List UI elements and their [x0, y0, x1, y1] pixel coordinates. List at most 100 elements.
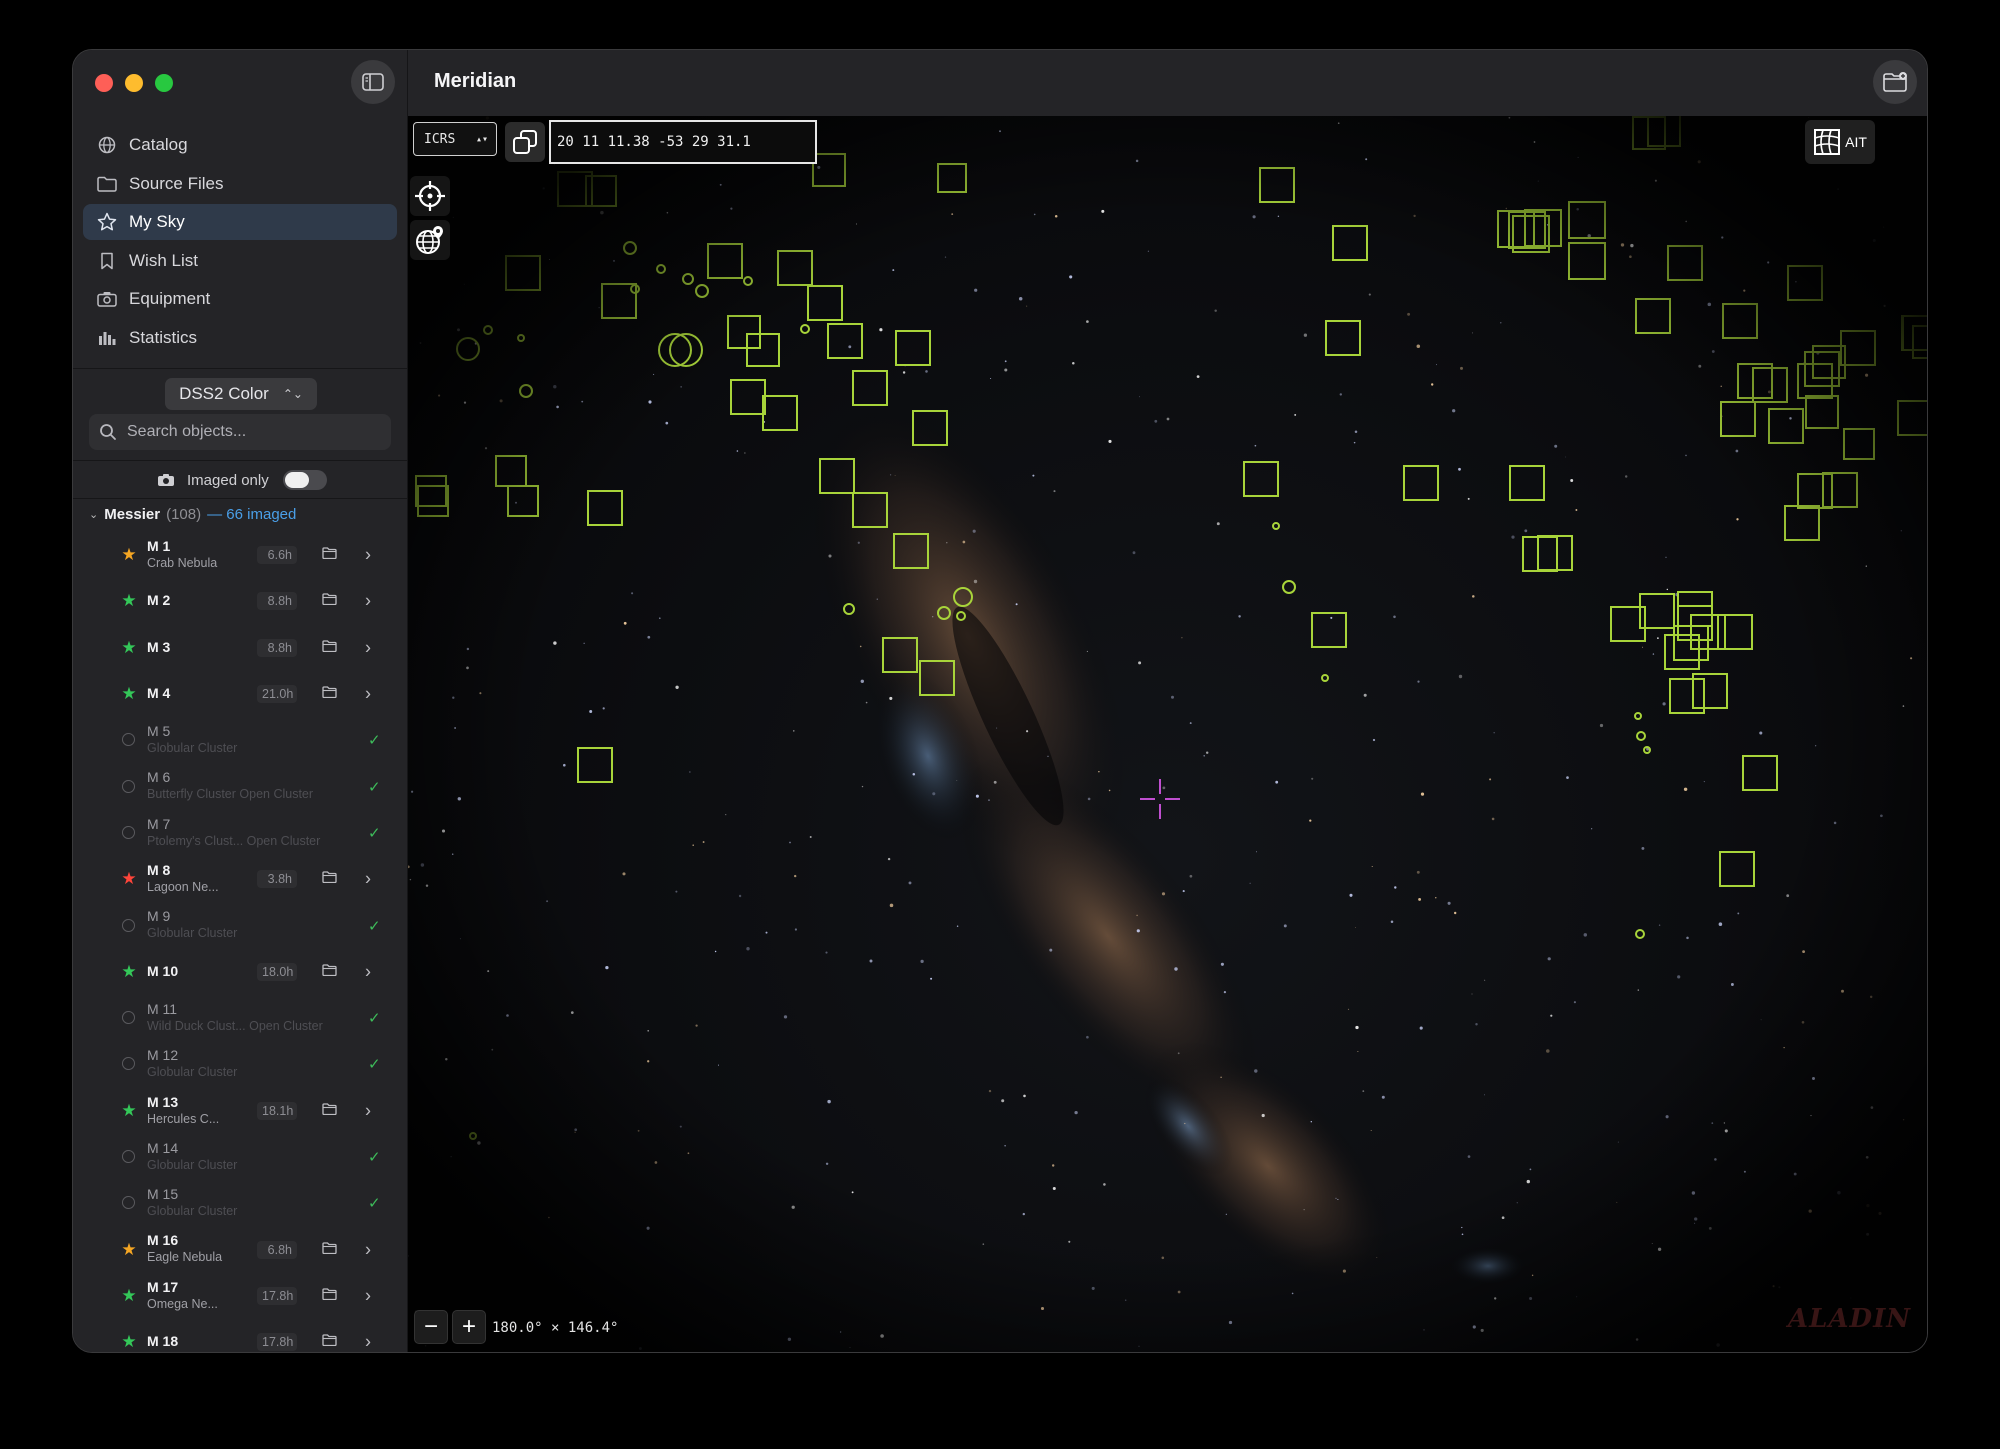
star-icon[interactable]: ★	[120, 1333, 138, 1351]
list-item[interactable]: M 9 Globular Cluster ✓	[73, 902, 408, 948]
integration-time-badge: 8.8h	[257, 638, 297, 657]
minimize-window-button[interactable]	[125, 74, 143, 92]
chevron-right-icon[interactable]: ›	[365, 961, 371, 982]
search-field[interactable]	[89, 414, 391, 450]
object-name: M 9	[147, 908, 171, 925]
group-count: (108)	[166, 506, 202, 523]
chevron-right-icon[interactable]: ›	[365, 545, 371, 566]
list-item[interactable]: M 5 Globular Cluster ✓	[73, 717, 408, 763]
folder-icon[interactable]	[322, 1333, 337, 1351]
empty-circle-icon[interactable]	[120, 1148, 138, 1166]
list-item[interactable]: ★ M 18 17.8h ›	[73, 1319, 408, 1352]
star-icon[interactable]: ★	[120, 962, 138, 981]
chevron-right-icon[interactable]: ›	[365, 637, 371, 658]
folder-icon[interactable]	[322, 963, 337, 981]
globe-icon	[97, 135, 117, 155]
close-window-button[interactable]	[95, 74, 113, 92]
target-button[interactable]	[410, 176, 450, 216]
star-icon[interactable]: ★	[120, 546, 138, 564]
chevron-right-icon[interactable]: ›	[365, 1285, 371, 1306]
empty-circle-icon[interactable]	[120, 731, 138, 749]
star-icon[interactable]: ★	[120, 1240, 138, 1259]
list-item[interactable]: M 15 Globular Cluster ✓	[73, 1180, 408, 1226]
list-item[interactable]: ★ M 16 Eagle Nebula 6.8h ›	[73, 1226, 408, 1272]
chevron-right-icon[interactable]: ›	[365, 1100, 371, 1121]
list-item[interactable]: ★ M 3 8.8h ›	[73, 625, 408, 671]
empty-circle-icon[interactable]	[120, 1009, 138, 1027]
open-folder-button[interactable]	[1873, 60, 1917, 104]
empty-circle-icon[interactable]	[120, 917, 138, 935]
zoom-out-button[interactable]: −	[414, 1310, 448, 1344]
object-name: M 5	[147, 723, 171, 740]
list-item[interactable]: ★ M 10 18.0h ›	[73, 949, 408, 995]
star-icon[interactable]: ★	[120, 1101, 138, 1120]
sidebar: Catalog Source Files My Sky Wish List Equipm…	[73, 50, 408, 1352]
star-icon[interactable]: ★	[120, 1286, 138, 1305]
object-name: M 3	[147, 638, 171, 655]
empty-circle-icon[interactable]	[120, 1055, 138, 1073]
copy-coordinates-button[interactable]	[505, 122, 545, 162]
empty-circle-icon[interactable]	[120, 778, 138, 796]
folder-icon[interactable]	[322, 1241, 337, 1259]
chevron-right-icon[interactable]: ›	[365, 684, 371, 705]
projection-button[interactable]: AIT	[1805, 120, 1875, 164]
folder-icon[interactable]	[322, 1287, 337, 1305]
folder-icon[interactable]	[322, 1102, 337, 1120]
sidebar-item-statistics[interactable]: Statistics	[83, 320, 397, 356]
sidebar-item-catalog[interactable]: Catalog	[83, 127, 397, 163]
messier-group-header[interactable]: ⌄ Messier (108) — 66 imaged	[89, 506, 296, 523]
empty-circle-icon[interactable]	[120, 824, 138, 842]
sidebar-item-wish-list[interactable]: Wish List	[83, 243, 397, 279]
list-item[interactable]: M 7 Ptolemy's Clust... Open Cluster ✓	[73, 810, 408, 856]
imaged-only-toggle[interactable]	[282, 470, 327, 490]
sidebar-item-equipment[interactable]: Equipment	[83, 281, 397, 317]
coordinate-frame-select[interactable]: ICRS ▴▾	[413, 122, 497, 156]
list-item[interactable]: ★ M 1 Crab Nebula 6.6h ›	[73, 532, 408, 578]
sky-viewer[interactable]: ICRS ▴▾ 20 11 11.38 -53 29 31.1 AIT − + …	[408, 116, 1927, 1352]
list-item[interactable]: M 12 Globular Cluster ✓	[73, 1041, 408, 1087]
object-subtitle: Ptolemy's Clust... Open Cluster	[147, 833, 321, 848]
list-item[interactable]: M 14 Globular Cluster ✓	[73, 1134, 408, 1180]
object-subtitle: Globular Cluster	[147, 1065, 238, 1080]
list-item[interactable]: ★ M 8 Lagoon Ne... 3.8h ›	[73, 856, 408, 902]
list-item[interactable]: ★ M 4 21.0h ›	[73, 671, 408, 717]
list-item[interactable]: M 6 Butterfly Cluster Open Cluster ✓	[73, 763, 408, 809]
object-subtitle: Wild Duck Clust... Open Cluster	[147, 1018, 323, 1033]
zoom-in-button[interactable]: +	[452, 1310, 486, 1344]
folder-icon[interactable]	[322, 546, 337, 564]
coordinates-input[interactable]	[549, 120, 817, 164]
list-item[interactable]: M 11 Wild Duck Clust... Open Cluster ✓	[73, 995, 408, 1041]
folder-icon[interactable]	[322, 639, 337, 657]
star-icon[interactable]: ★	[120, 685, 138, 703]
list-item[interactable]: ★ M 13 Hercules C... 18.1h ›	[73, 1088, 408, 1134]
survey-select[interactable]: DSS2 Color ⌃⌄	[165, 378, 317, 410]
object-name: M 8	[147, 862, 171, 879]
chevron-right-icon[interactable]: ›	[365, 869, 371, 890]
star-icon[interactable]: ★	[120, 638, 138, 657]
search-input[interactable]	[127, 423, 367, 441]
chevron-right-icon[interactable]: ›	[365, 591, 371, 612]
folder-icon[interactable]	[322, 685, 337, 703]
grid-projection-icon	[1814, 129, 1841, 155]
empty-circle-icon[interactable]	[120, 1194, 138, 1212]
location-button[interactable]	[410, 220, 450, 260]
projection-label: AIT	[1845, 134, 1867, 150]
folder-icon[interactable]	[322, 592, 337, 610]
chevron-right-icon[interactable]: ›	[365, 1332, 371, 1352]
survey-select-value: DSS2 Color	[179, 384, 269, 403]
folder-icon[interactable]	[322, 870, 337, 888]
sidebar-item-source-files[interactable]: Source Files	[83, 166, 397, 202]
sidebar-toggle-button[interactable]	[351, 60, 395, 104]
sky-map[interactable]	[408, 116, 1927, 1352]
divider	[73, 460, 407, 461]
checkmark-icon: ✓	[368, 778, 381, 796]
chevron-updown-icon: ▴▾	[475, 133, 488, 145]
zoom-window-button[interactable]	[155, 74, 173, 92]
list-item[interactable]: ★ M 2 8.8h ›	[73, 578, 408, 624]
sidebar-item-label: My Sky	[129, 212, 185, 232]
star-icon[interactable]: ★	[120, 592, 138, 610]
list-item[interactable]: ★ M 17 Omega Ne... 17.8h ›	[73, 1273, 408, 1319]
sidebar-item-my-sky[interactable]: My Sky	[83, 204, 397, 241]
star-icon[interactable]: ★	[120, 870, 138, 888]
chevron-right-icon[interactable]: ›	[365, 1239, 371, 1260]
